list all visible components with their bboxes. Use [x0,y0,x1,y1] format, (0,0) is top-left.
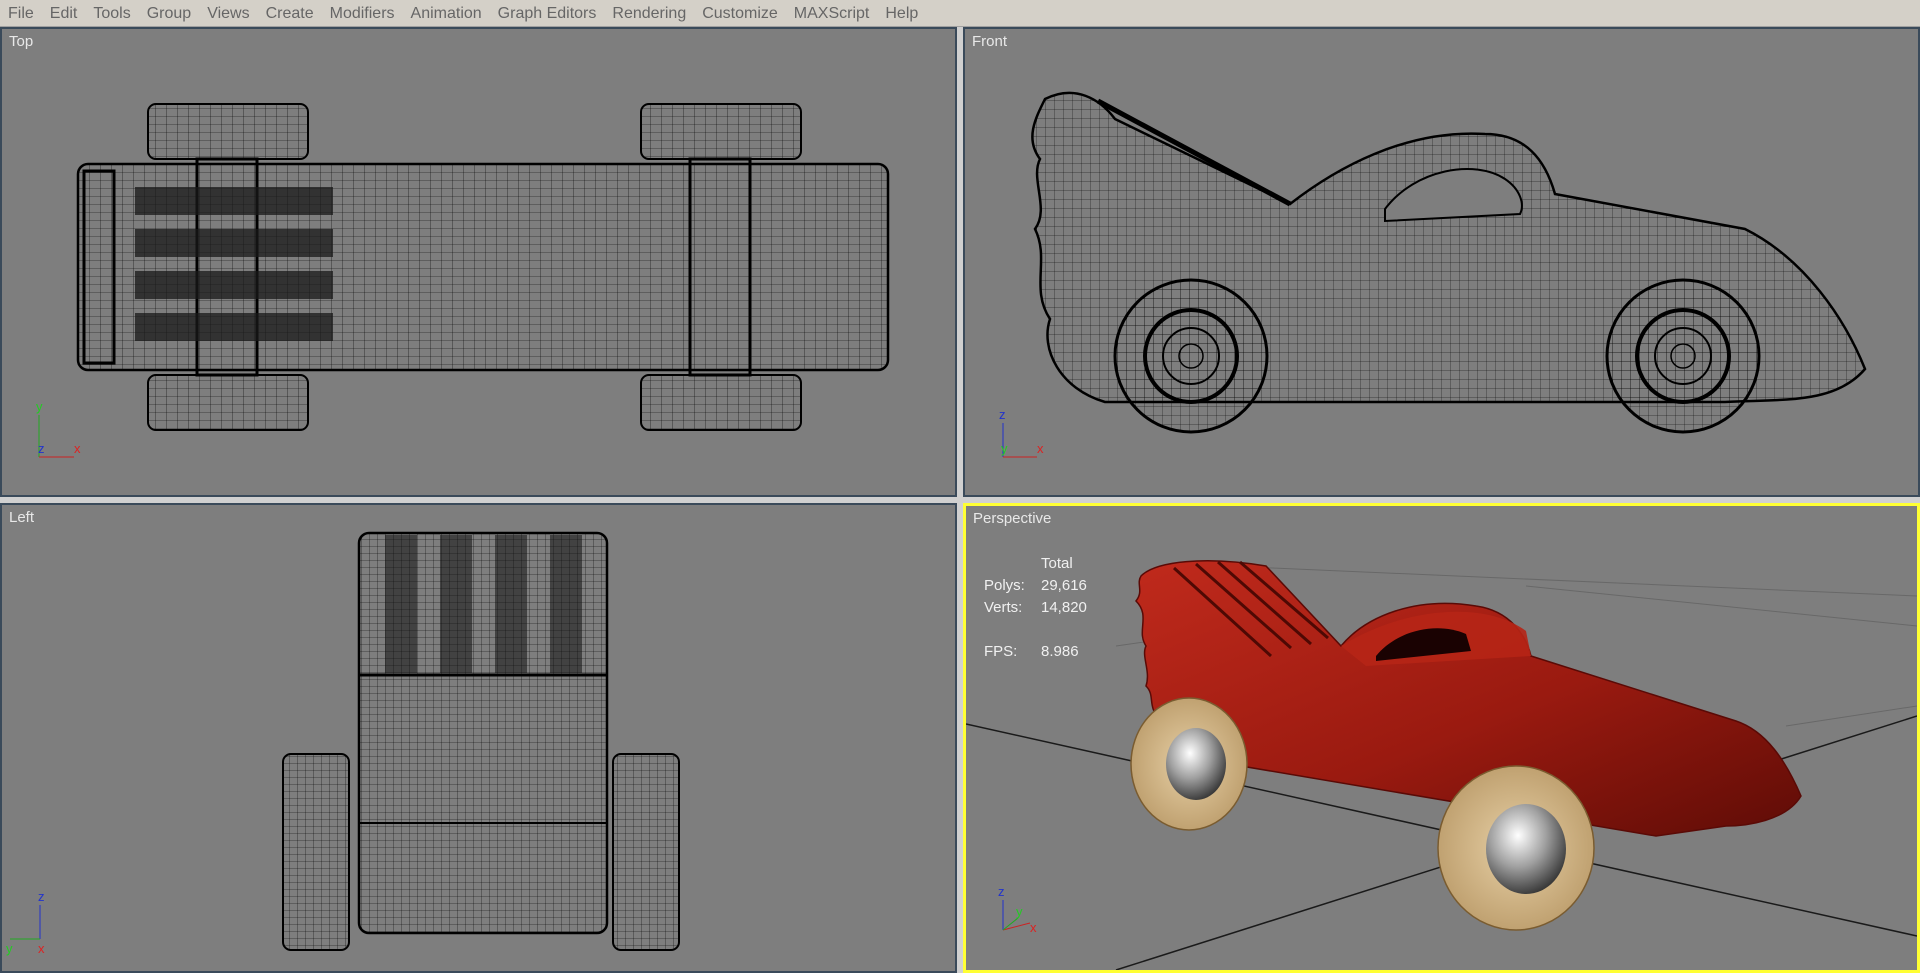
stats-fps-value: 8.986 [1041,642,1079,660]
car-wheel-rear [1130,697,1248,831]
stats-fps-label: FPS: [984,642,1018,660]
front-axis-y: y [1001,441,1008,456]
stats-header: Total [1041,554,1073,572]
persp-axis-y: y [1016,904,1023,919]
menu-animation[interactable]: Animation [403,0,490,27]
left-wheel-left [282,753,350,951]
top-wireframe: y z x [36,103,890,458]
front-axis-z: z [999,407,1006,422]
left-axis-y: y [6,941,13,956]
viewport-top-label[interactable]: Top [9,33,33,50]
viewport-perspective-label[interactable]: Perspective [973,510,1051,527]
menu-file[interactable]: File [0,0,42,27]
top-tire-rr [147,374,309,431]
menu-bar: File Edit Tools Group Views Create Modif… [0,0,1920,27]
menu-graph-editors[interactable]: Graph Editors [490,0,605,27]
menu-create[interactable]: Create [258,0,322,27]
menu-customize[interactable]: Customize [694,0,786,27]
top-axis-y: y [36,399,43,414]
top-tire-fl [640,103,802,160]
menu-help[interactable]: Help [877,0,926,27]
menu-maxscript[interactable]: MAXScript [786,0,878,27]
front-wheel-front [1605,278,1761,434]
menu-rendering[interactable]: Rendering [604,0,694,27]
menu-tools[interactable]: Tools [85,0,138,27]
stats-verts-value: 14,820 [1041,598,1087,616]
front-wheel-rear [1113,278,1269,434]
front-wireframe: z y x [999,91,1867,458]
menu-modifiers[interactable]: Modifiers [322,0,403,27]
viewport-area: y z x Top z y x Front z y x Left z y x P… [0,27,1920,973]
stats-verts-label: Verts: [984,598,1023,616]
left-axis-z: z [38,889,45,904]
stats-polys-value: 29,616 [1041,576,1087,594]
left-wireframe: z y x [6,531,680,956]
persp-axis-x: x [1030,920,1037,935]
left-axis-x: x [38,941,45,956]
car-wheel-front [1437,765,1595,931]
viewport-left[interactable]: z y x Left [0,503,957,973]
menu-edit[interactable]: Edit [42,0,86,27]
left-wheel-right [612,753,680,951]
front-axis-x: x [1037,441,1044,456]
viewport-front[interactable]: z y x Front [963,27,1920,497]
viewport-left-label[interactable]: Left [9,509,34,526]
persp-axis-z: z [998,884,1005,899]
viewport-perspective[interactable]: z y x Perspective Total Polys: 29,616 Ver… [963,503,1920,973]
viewport-top[interactable]: y z x Top [0,27,957,497]
viewport-statistics: Total Polys: 29,616 Verts: 14,820 FPS: 8.98… [984,552,1121,662]
top-tire-rl [147,103,309,160]
viewport-front-label[interactable]: Front [972,33,1007,50]
top-axis-x: x [74,441,81,456]
top-axis-z: z [38,441,45,456]
menu-views[interactable]: Views [199,0,257,27]
top-tire-fr [640,374,802,431]
menu-group[interactable]: Group [139,0,199,27]
stats-polys-label: Polys: [984,576,1025,594]
